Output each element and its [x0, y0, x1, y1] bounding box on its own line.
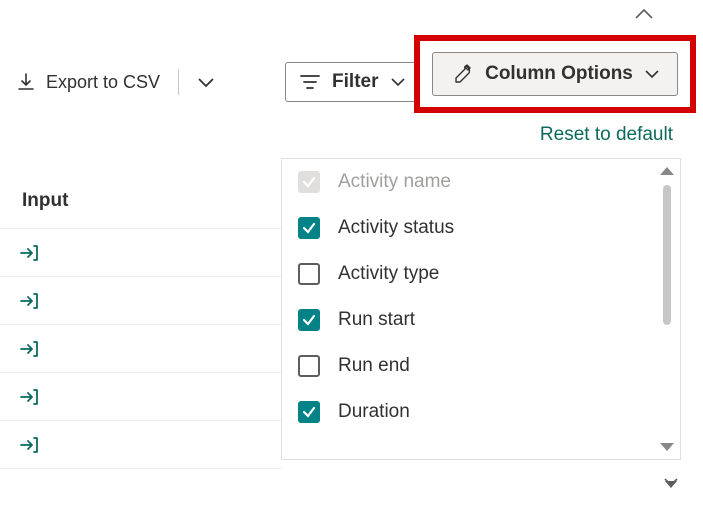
option-run-start[interactable]: Run start: [282, 297, 680, 343]
chevron-down-icon: [391, 77, 405, 87]
filter-button[interactable]: Filter: [285, 62, 419, 102]
filter-label: Filter: [332, 71, 378, 93]
option-label: Run end: [338, 355, 410, 377]
checkbox-unchecked[interactable]: [298, 355, 320, 377]
column-options-label: Column Options: [485, 63, 633, 85]
checkbox-checked[interactable]: [298, 217, 320, 239]
option-run-end[interactable]: Run end: [282, 343, 680, 389]
input-icon[interactable]: [18, 434, 40, 456]
scroll-thumb[interactable]: [663, 185, 671, 325]
option-activity-status[interactable]: Activity status: [282, 205, 680, 251]
checkbox-checked[interactable]: [298, 309, 320, 331]
table-row[interactable]: [0, 421, 281, 469]
checkbox-disabled-checked: [298, 171, 320, 193]
data-table: Input: [0, 180, 281, 469]
option-label: Run start: [338, 309, 415, 331]
input-icon[interactable]: [18, 338, 40, 360]
option-activity-name: Activity name: [282, 159, 680, 205]
column-header-label: Input: [22, 190, 68, 211]
option-duration[interactable]: Duration: [282, 389, 680, 435]
input-icon[interactable]: [18, 242, 40, 264]
filter-icon: [300, 74, 320, 90]
column-header-input[interactable]: Input: [0, 180, 281, 229]
reset-label: Reset to default: [540, 124, 673, 145]
table-row[interactable]: [0, 277, 281, 325]
input-icon[interactable]: [18, 290, 40, 312]
export-dropdown-button[interactable]: [191, 72, 221, 92]
export-csv-button[interactable]: Export to CSV: [16, 72, 160, 93]
option-label: Activity name: [338, 171, 451, 193]
input-icon[interactable]: [18, 386, 40, 408]
scroll-down-icon[interactable]: [660, 443, 674, 451]
option-label: Activity type: [338, 263, 439, 285]
divider: [178, 69, 179, 95]
scrollbar[interactable]: [660, 167, 674, 451]
download-icon: [16, 72, 36, 92]
chevron-down-icon: [645, 69, 659, 79]
table-row[interactable]: [0, 373, 281, 421]
column-options-panel: Activity name Activity status Activity t…: [281, 158, 681, 460]
table-row[interactable]: [0, 229, 281, 277]
scroll-up-icon[interactable]: [660, 167, 674, 175]
export-area: Export to CSV: [16, 69, 221, 95]
page-down-caret[interactable]: [663, 476, 679, 490]
wrench-icon: [451, 63, 473, 85]
option-label: Activity status: [338, 217, 454, 239]
checkbox-unchecked[interactable]: [298, 263, 320, 285]
column-options-button[interactable]: Column Options: [432, 52, 678, 96]
export-csv-label: Export to CSV: [46, 72, 160, 93]
checkbox-checked[interactable]: [298, 401, 320, 423]
option-label: Duration: [338, 401, 410, 423]
reset-to-default-link[interactable]: Reset to default: [540, 124, 673, 146]
table-row[interactable]: [0, 325, 281, 373]
option-activity-type[interactable]: Activity type: [282, 251, 680, 297]
collapse-caret[interactable]: [635, 8, 653, 20]
